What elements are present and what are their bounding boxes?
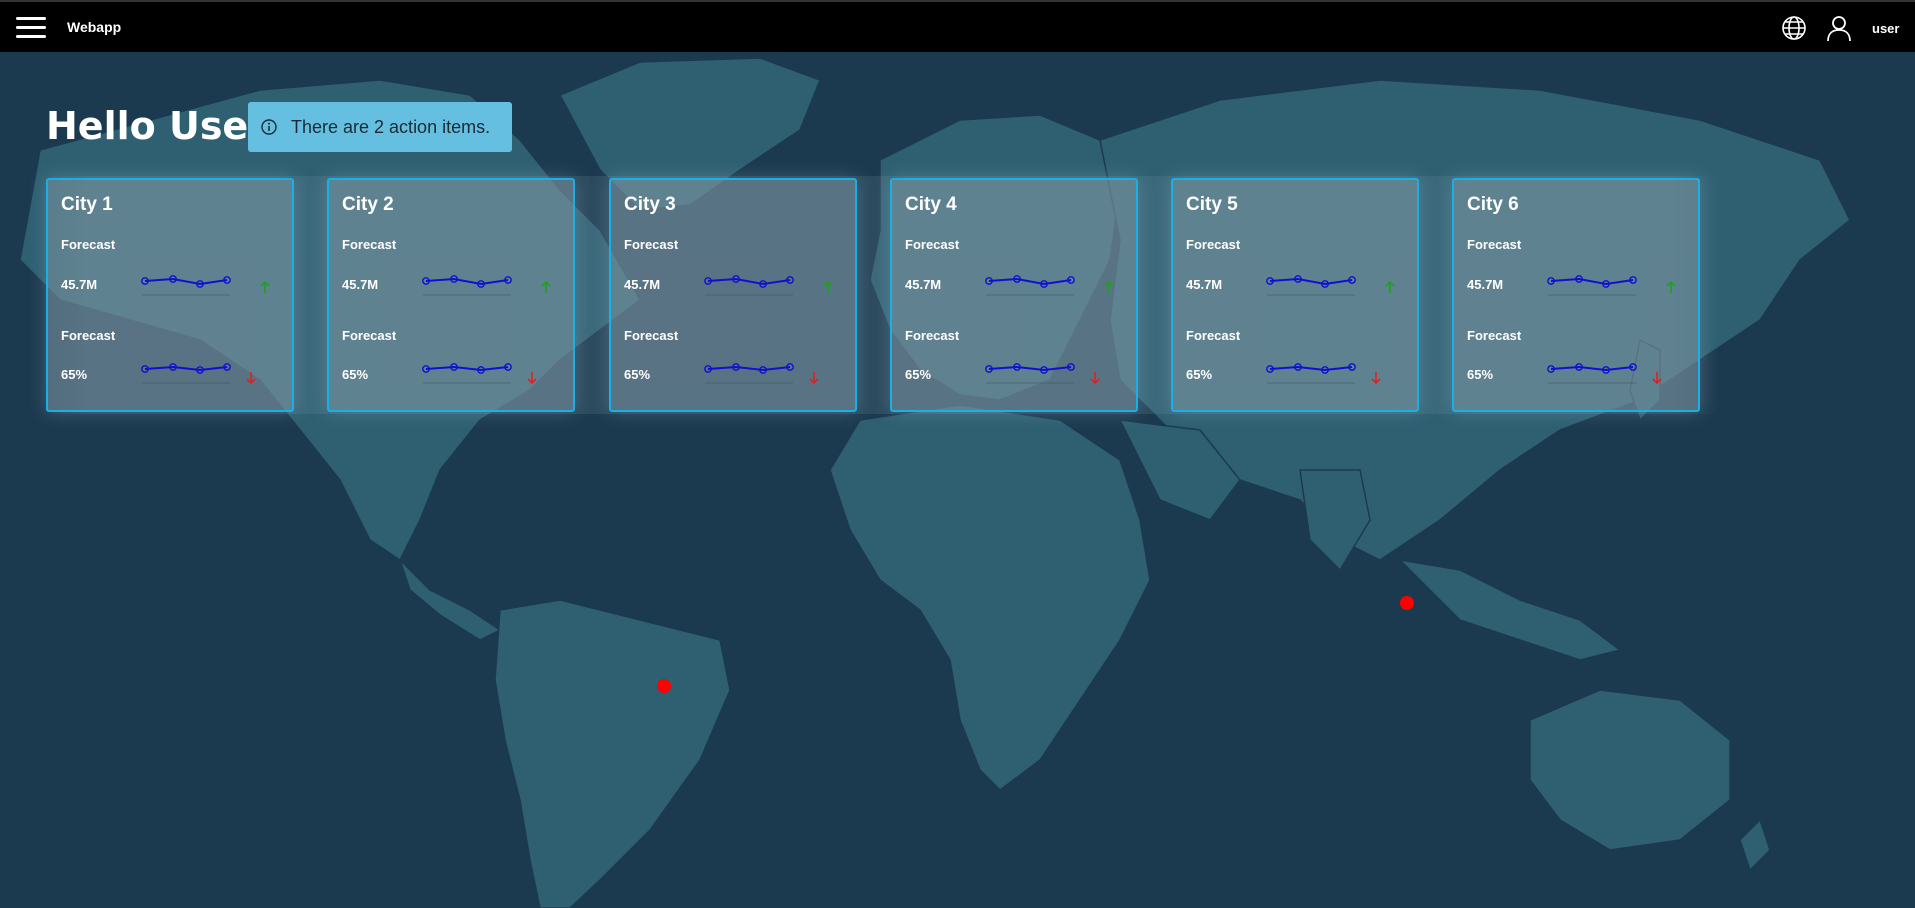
sparkline-chart [704,363,794,384]
metric-value: 65% [1467,367,1494,382]
sparkline-chart [141,275,231,296]
metric-label: Forecast [1186,237,1241,252]
city-name: City 6 [1467,194,1519,215]
sparkline-chart [422,275,512,296]
sparkline-path [1550,277,1634,286]
alert-text: There are 2 action items. [291,116,491,137]
city-name: City 2 [342,194,394,215]
arrow-down-icon [246,372,256,385]
city-card[interactable]: City 4 Forecast 45.7M Forecast 65% [890,178,1138,412]
metric-value: 45.7M [1467,277,1504,292]
sparkline-path [1269,277,1353,286]
arrow-up-icon [1666,280,1676,293]
arrow-up-icon [541,280,551,293]
metric-label: Forecast [61,237,116,252]
sparkline-path [707,277,791,286]
metric-label: Forecast [342,328,397,343]
app-title: Webapp [67,19,122,35]
arrow-down-icon [809,372,819,385]
sparkline-chart [1266,275,1356,296]
metric-value: 45.7M [61,277,98,292]
sparkline-path [988,277,1072,286]
map-marker[interactable] [1400,596,1414,610]
sparkline-path [1269,365,1353,372]
metric-label: Forecast [905,328,960,343]
metric-label: Forecast [61,328,116,343]
metric-value: 65% [1186,367,1213,382]
user-menu[interactable]: user [1872,21,1899,36]
city-name: City 3 [624,194,676,215]
globe-icon[interactable] [1781,15,1807,41]
top-bar: Webapp user [0,0,1915,52]
sparkline-chart [1547,275,1637,296]
city-card[interactable]: City 3 Forecast 45.7M Forecast 65% [609,178,857,412]
metric-label: Forecast [624,328,679,343]
menu-icon[interactable] [16,17,46,39]
map-marker[interactable] [657,679,671,693]
metric-value: 65% [624,367,651,382]
sparkline-path [707,365,791,372]
arrow-down-icon [1090,372,1100,385]
metric-value: 45.7M [1186,277,1223,292]
action-items-alert[interactable]: There are 2 action items. [248,102,512,152]
metric-label: Forecast [342,237,397,252]
sparkline-chart [985,275,1075,296]
metric-label: Forecast [624,237,679,252]
arrow-up-icon [1104,280,1114,293]
arrow-down-icon [1371,372,1381,385]
sparkline-path [144,277,228,286]
sparkline-chart [422,363,512,384]
metric-value: 45.7M [624,277,661,292]
sparkline-path [425,277,509,286]
city-card[interactable]: City 1 Forecast 45.7M Forecast 65% [46,178,294,412]
info-icon [261,119,277,135]
metric-value: 65% [61,367,88,382]
page-title: Hello User, [46,104,276,148]
metric-value: 45.7M [342,277,379,292]
sparkline-path [988,365,1072,372]
metric-label: Forecast [1467,328,1522,343]
sparkline-chart [1547,363,1637,384]
metric-label: Forecast [905,237,960,252]
metric-label: Forecast [1186,328,1241,343]
sparkline-path [1550,365,1634,372]
arrow-down-icon [527,372,537,385]
arrow-up-icon [823,280,833,293]
metric-value: 65% [905,367,932,382]
arrow-down-icon [1652,372,1662,385]
sparkline-chart [141,363,231,384]
city-name: City 5 [1186,194,1238,215]
metric-value: 65% [342,367,369,382]
metric-label: Forecast [1467,237,1522,252]
city-name: City 4 [905,194,957,215]
city-card[interactable]: City 2 Forecast 45.7M Forecast 65% [327,178,575,412]
metric-value: 45.7M [905,277,942,292]
arrow-up-icon [1385,280,1395,293]
user-icon[interactable] [1825,14,1853,42]
arrow-up-icon [260,280,270,293]
sparkline-chart [704,275,794,296]
city-card[interactable]: City 5 Forecast 45.7M Forecast 65% [1171,178,1419,412]
city-card[interactable]: City 6 Forecast 45.7M Forecast 65% [1452,178,1700,412]
sparkline-chart [985,363,1075,384]
sparkline-chart [1266,363,1356,384]
sparkline-path [425,365,509,372]
sparkline-path [144,365,228,372]
city-name: City 1 [61,194,113,215]
